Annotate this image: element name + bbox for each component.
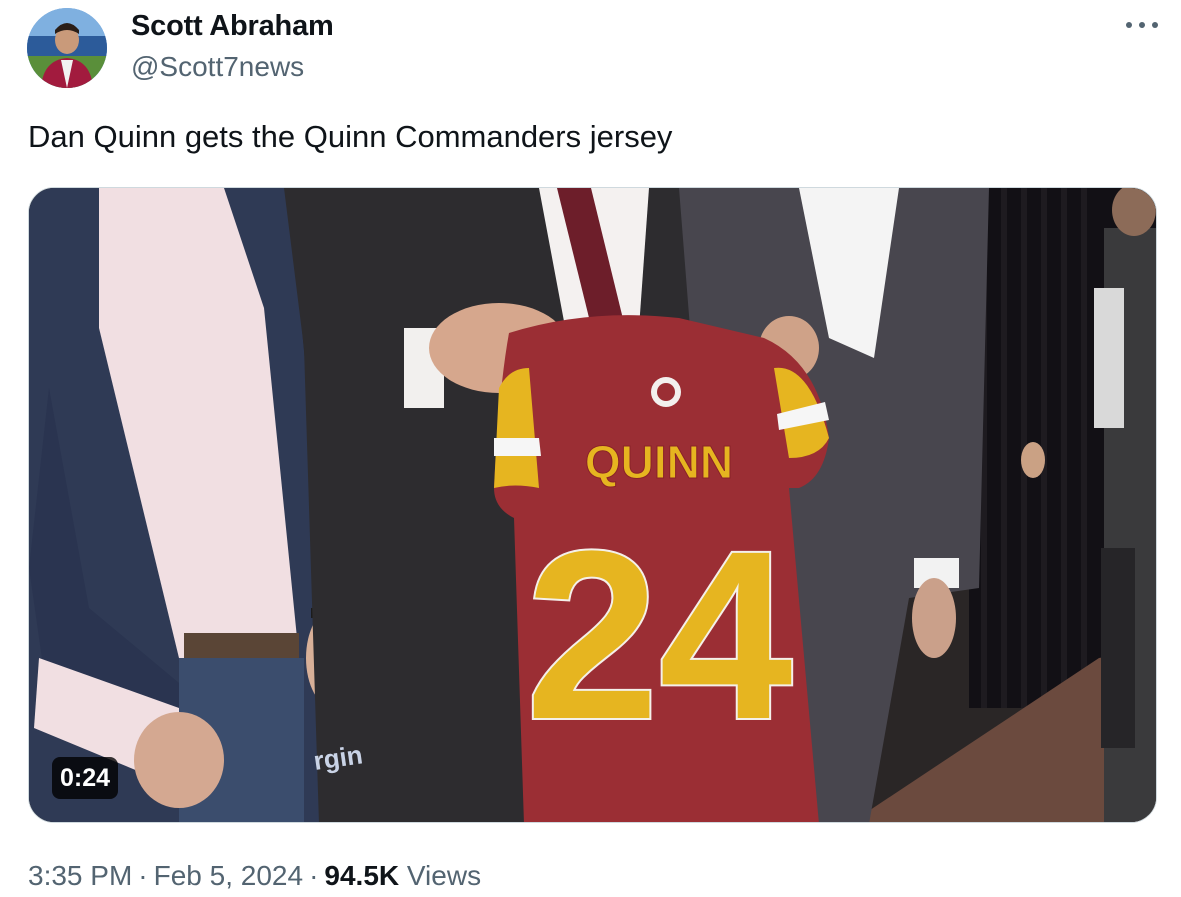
jersey-name: QUINN	[585, 436, 733, 488]
views-count: 94.5K	[324, 860, 400, 891]
video-player[interactable]: rgin QUINN 24	[28, 187, 1157, 823]
more-options-button[interactable]	[1122, 10, 1162, 40]
separator: ·	[309, 860, 319, 891]
author-name[interactable]: Scott Abraham	[131, 10, 334, 43]
more-horizontal-icon	[1126, 22, 1158, 28]
tweet-text: Dan Quinn gets the Quinn Commanders jers…	[28, 119, 673, 154]
avatar-image	[27, 8, 107, 88]
separator: ·	[138, 860, 148, 891]
tweet-time[interactable]: 3:35 PM	[28, 860, 132, 891]
author-handle[interactable]: @Scott7news	[131, 51, 304, 83]
video-duration-badge: 0:24	[52, 757, 119, 799]
avatar[interactable]	[27, 8, 107, 88]
jersey-image: QUINN 24	[494, 315, 829, 822]
video-thumbnail: rgin QUINN 24	[29, 188, 1156, 822]
tweet-metadata: 3:35 PM · Feb 5, 2024 · 94.5K Views	[28, 860, 481, 892]
views-label: Views	[406, 860, 482, 891]
tweet-date[interactable]: Feb 5, 2024	[154, 860, 303, 891]
jersey-number: 24	[526, 501, 793, 769]
